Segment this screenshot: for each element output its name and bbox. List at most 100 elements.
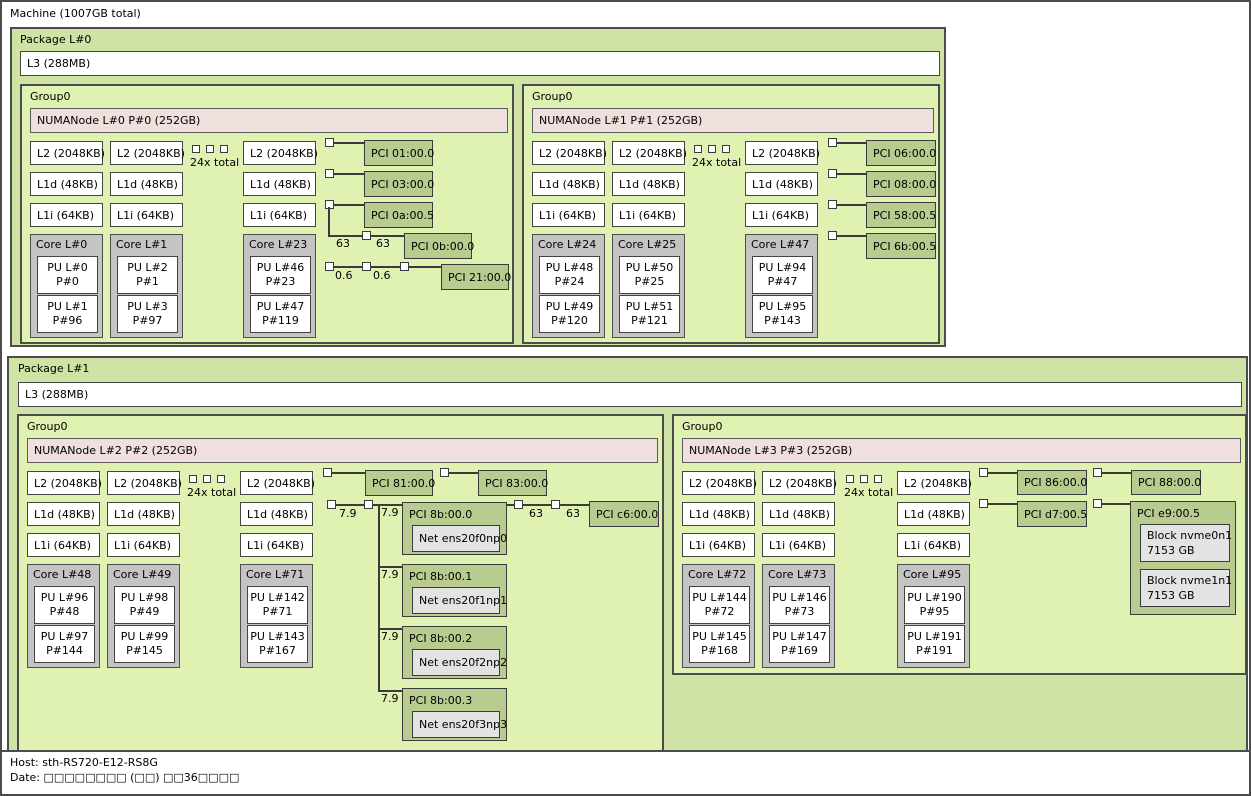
pci-device-box: PCI e9:00.5 Block nvme0n17153 GB Block n…	[1130, 501, 1236, 615]
l1i-cache-box: L1i (64KB)	[532, 203, 605, 227]
pci-device-box: PCI 06:00.0	[866, 140, 936, 166]
link-line	[988, 472, 1017, 474]
l1d-cache-box: L1d (48KB)	[30, 172, 103, 196]
pu-logical: PU L#49	[546, 300, 594, 314]
core-label: Core L#24	[533, 235, 604, 251]
l1i-cache-box: L1i (64KB)	[110, 203, 183, 227]
link-speed-label: 7.9	[381, 630, 399, 643]
legend-host: Host: sth-RS720-E12-RS8G	[10, 755, 1249, 770]
pci-device-box: PCI 21:00.0	[441, 264, 509, 290]
link-anchor	[362, 262, 371, 271]
pu-box: PU L#143P#167	[247, 625, 308, 663]
l1d-cache-box: L1d (48KB)	[240, 502, 313, 526]
l1d-cache-box: L1d (48KB)	[612, 172, 685, 196]
pci-device-box: PCI 0a:00.5	[364, 202, 433, 228]
link-speed-label: 7.9	[381, 692, 399, 705]
pu-logical: PU L#94	[759, 261, 807, 275]
group-label: Group0	[27, 420, 68, 433]
package-1-box: Package L#1 L3 (288MB) Group0 NUMANode L…	[7, 356, 1248, 757]
pci-device-box: PCI 8b:00.1 Net ens20f1np1	[402, 564, 507, 617]
net-device-box: Net ens20f0np0	[412, 525, 500, 552]
link-line	[334, 142, 364, 144]
link-speed-label: 7.9	[381, 506, 399, 519]
pu-logical: PU L#3	[127, 300, 168, 314]
pu-physical: P#23	[266, 275, 296, 289]
legend-date: Date: □□□□□□□□ (□□) □□36□□□□	[10, 770, 1249, 785]
pu-box: PU L#3P#97	[117, 295, 178, 333]
pu-physical: P#71	[263, 605, 293, 619]
link-line	[1102, 472, 1131, 474]
pu-physical: P#121	[631, 314, 668, 328]
link-line	[449, 472, 478, 474]
link-line	[334, 173, 364, 175]
pu-box: PU L#99P#145	[114, 625, 175, 663]
group-box: Group0 NUMANode L#3 P#3 (252GB) L2 (2048…	[672, 414, 1247, 675]
pci-device-box: PCI 83:00.0	[478, 470, 547, 496]
core-box: Core L#24 PU L#48P#24 PU L#49P#120	[532, 234, 605, 338]
group-label: Group0	[682, 420, 723, 433]
ellipsis-dot	[220, 145, 228, 153]
ellipsis-dot	[708, 145, 716, 153]
pu-box: PU L#191P#191	[904, 625, 965, 663]
pu-box: PU L#94P#47	[752, 256, 813, 294]
core-box: Core L#0 PU L#0P#0 PU L#1P#96	[30, 234, 103, 338]
pu-box: PU L#96P#48	[34, 586, 95, 624]
pu-logical: PU L#97	[41, 630, 89, 644]
pci-device-label: PCI 8b:00.3	[403, 689, 506, 707]
pu-logical: PU L#51	[626, 300, 674, 314]
pci-device-box: PCI 8b:00.2 Net ens20f2np2	[402, 626, 507, 679]
core-box: Core L#1 PU L#2P#1 PU L#3P#97	[110, 234, 183, 338]
pci-device-box: PCI 01:00.0	[364, 140, 433, 166]
lstopo-topology-window: Machine (1007GB total) Package L#0 L3 (2…	[0, 0, 1251, 796]
link-anchor	[551, 500, 560, 509]
pu-physical: P#96	[53, 314, 83, 328]
l1d-cache-box: L1d (48KB)	[745, 172, 818, 196]
pu-logical: PU L#147	[772, 630, 827, 644]
ellipsis-label: 24x total	[692, 156, 741, 169]
l1d-cache-box: L1d (48KB)	[107, 502, 180, 526]
l2-cache-box: L2 (2048KB)	[240, 471, 313, 495]
pu-logical: PU L#1	[47, 300, 88, 314]
pu-physical: P#168	[701, 644, 738, 658]
l1d-cache-box: L1d (48KB)	[110, 172, 183, 196]
pu-logical: PU L#145	[692, 630, 747, 644]
pu-box: PU L#95P#143	[752, 295, 813, 333]
l1d-cache-box: L1d (48KB)	[27, 502, 100, 526]
pu-physical: P#47	[768, 275, 798, 289]
l2-cache-box: L2 (2048KB)	[682, 471, 755, 495]
link-anchor	[1093, 499, 1102, 508]
pu-box: PU L#98P#49	[114, 586, 175, 624]
core-box: Core L#25 PU L#50P#25 PU L#51P#121	[612, 234, 685, 338]
pu-physical: P#97	[133, 314, 163, 328]
pu-logical: PU L#46	[257, 261, 305, 275]
link-speed-label: 0.6	[335, 269, 353, 282]
numa-node-box: NUMANode L#3 P#3 (252GB)	[682, 438, 1241, 463]
l2-cache-box: L2 (2048KB)	[762, 471, 835, 495]
net-device-box: Net ens20f3np3	[412, 711, 500, 738]
link-line	[328, 207, 330, 237]
link-anchor	[364, 500, 373, 509]
group-label: Group0	[532, 90, 573, 103]
l2-cache-box: L2 (2048KB)	[532, 141, 605, 165]
pu-box: PU L#50P#25	[619, 256, 680, 294]
core-label: Core L#73	[763, 565, 834, 581]
net-device-box: Net ens20f2np2	[412, 649, 500, 676]
pu-logical: PU L#96	[41, 591, 89, 605]
pu-physical: P#95	[920, 605, 950, 619]
block-device-name: Block nvme1n1	[1147, 573, 1229, 588]
pu-physical: P#191	[916, 644, 953, 658]
core-box: Core L#47 PU L#94P#47 PU L#95P#143	[745, 234, 818, 338]
pu-box: PU L#1P#96	[37, 295, 98, 333]
core-box: Core L#72 PU L#144P#72 PU L#145P#168	[682, 564, 755, 668]
pu-physical: P#48	[50, 605, 80, 619]
ellipsis-dot	[846, 475, 854, 483]
link-anchor	[828, 138, 837, 147]
l2-cache-box: L2 (2048KB)	[107, 471, 180, 495]
l2-cache-box: L2 (2048KB)	[745, 141, 818, 165]
pu-box: PU L#0P#0	[37, 256, 98, 294]
pci-device-box: PCI 58:00.5	[866, 202, 936, 228]
l1i-cache-box: L1i (64KB)	[243, 203, 316, 227]
l1i-cache-box: L1i (64KB)	[30, 203, 103, 227]
l1d-cache-box: L1d (48KB)	[897, 502, 970, 526]
l1d-cache-box: L1d (48KB)	[532, 172, 605, 196]
